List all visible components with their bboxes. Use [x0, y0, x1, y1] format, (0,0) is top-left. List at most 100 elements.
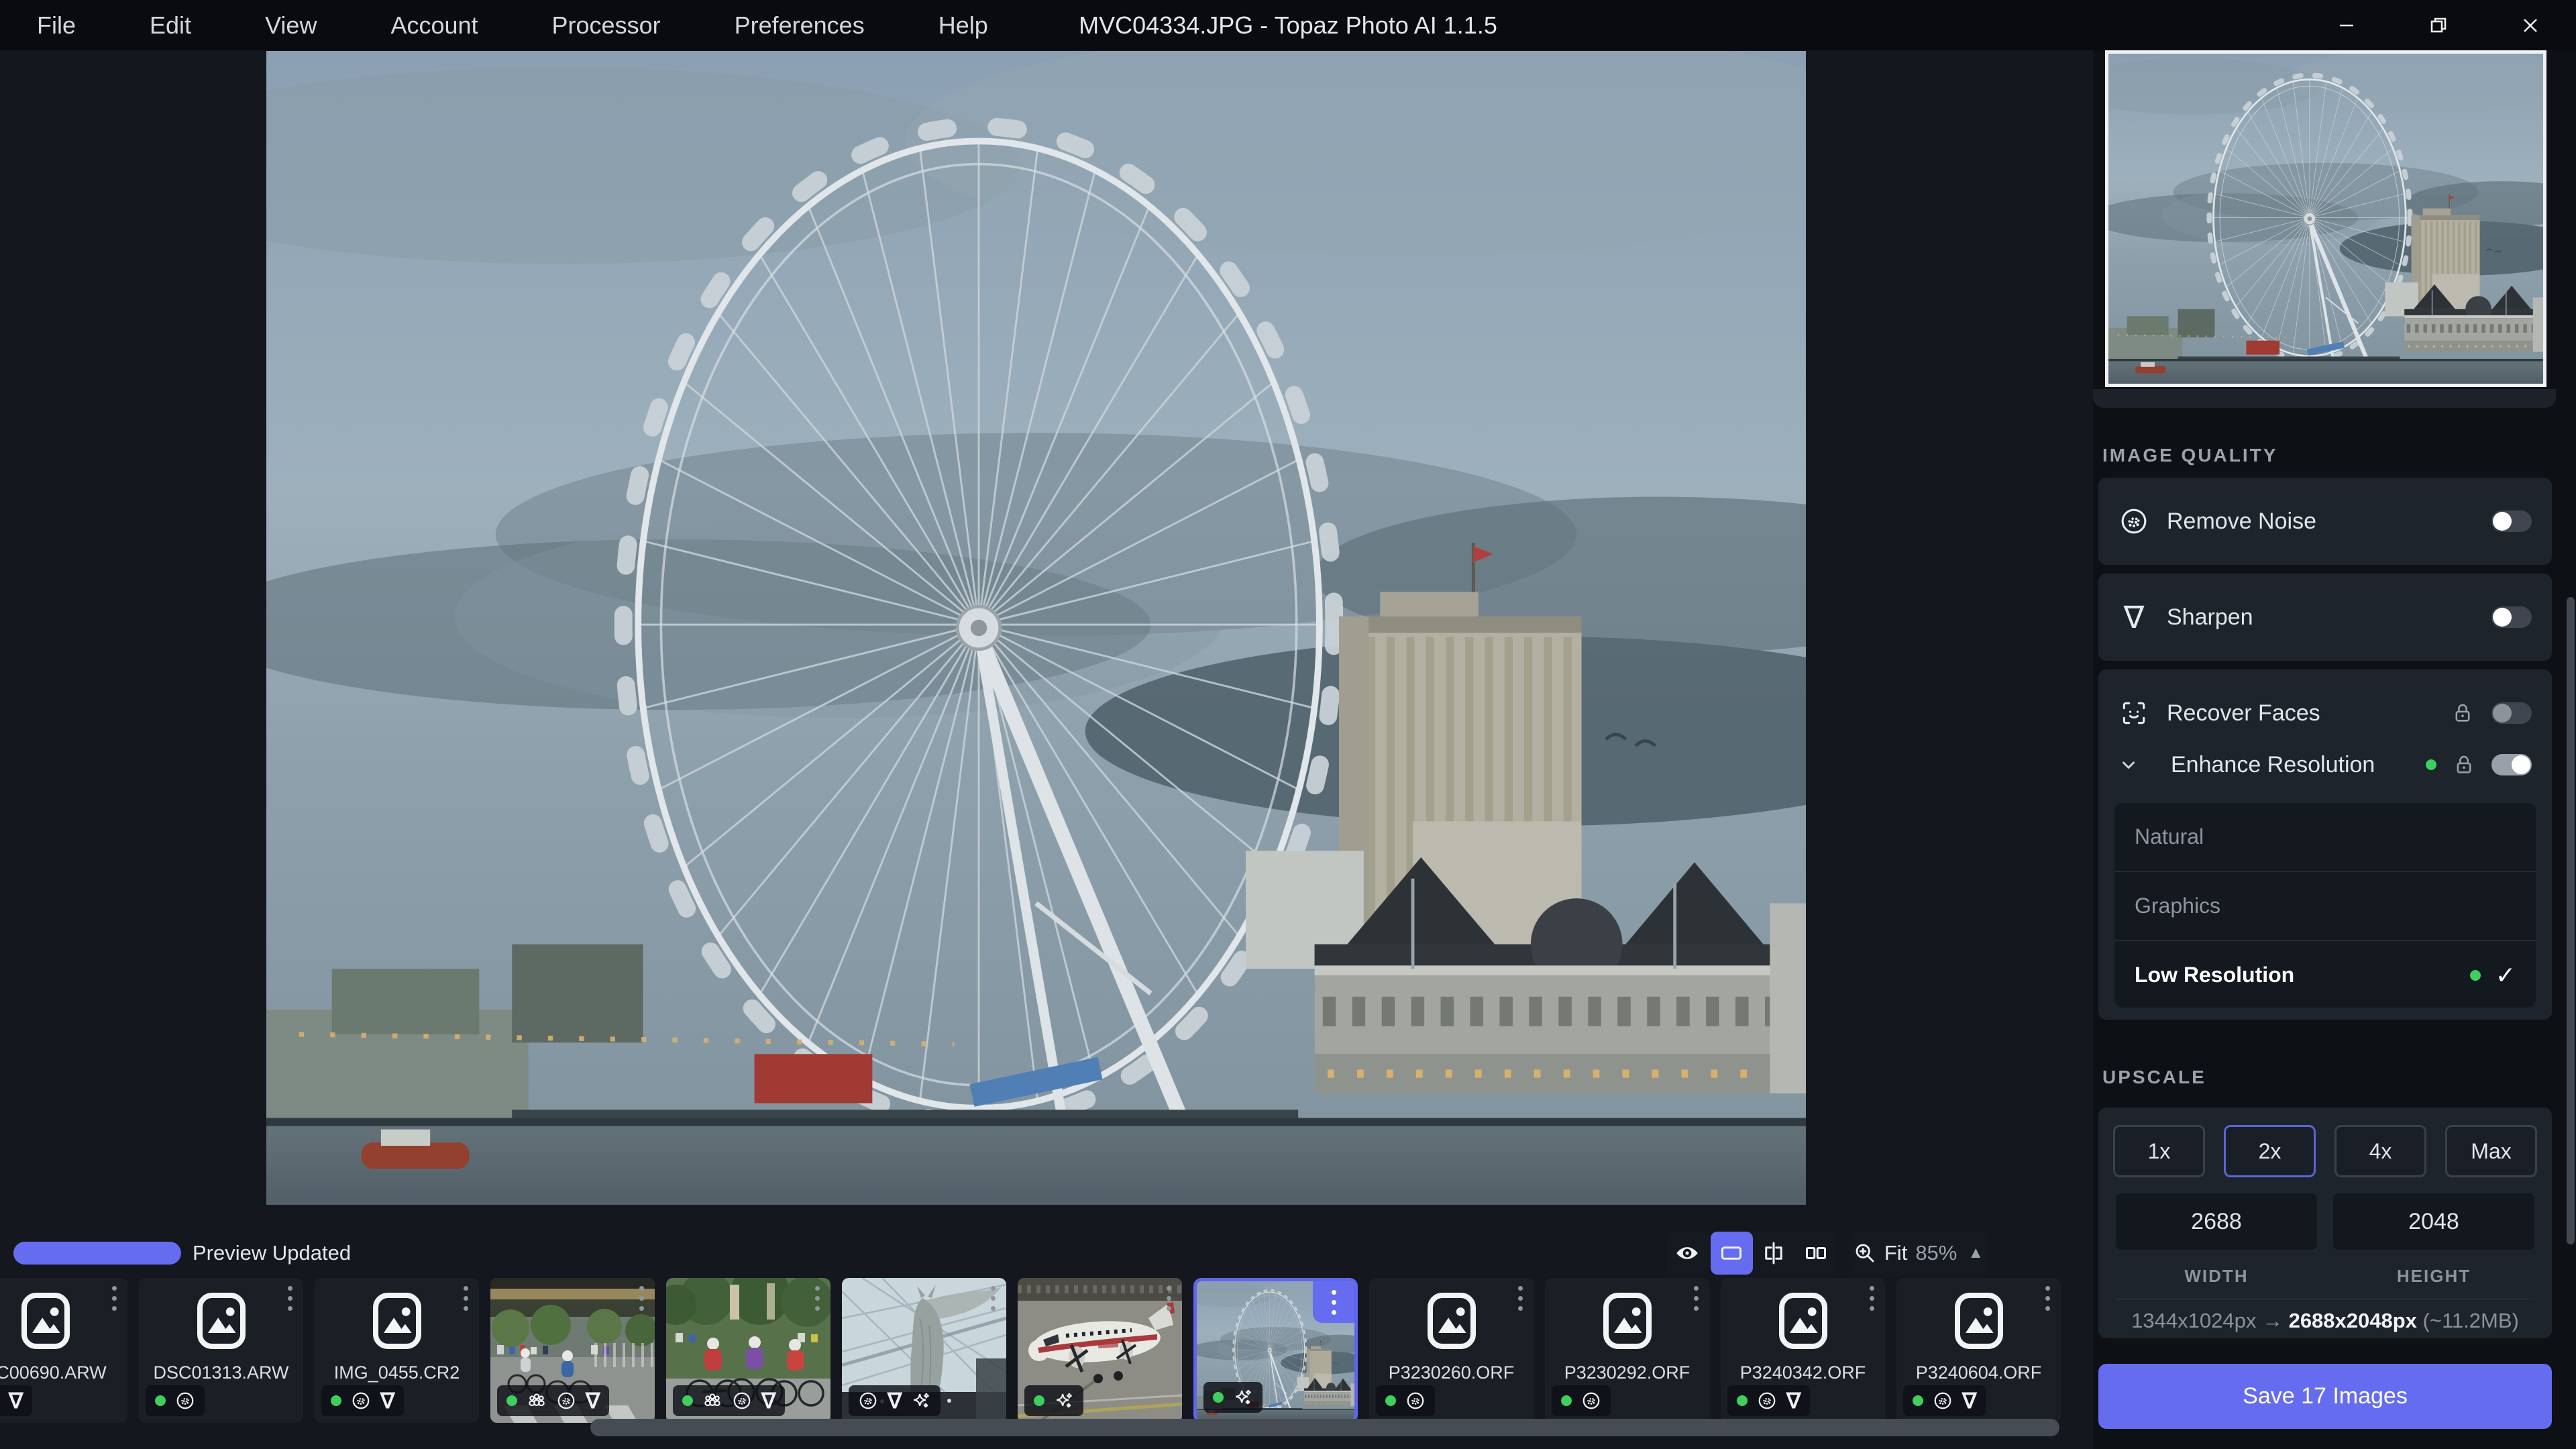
- menu-view[interactable]: View: [228, 0, 354, 50]
- recover-faces-label: Recover Faces: [2167, 700, 2320, 726]
- filmstrip-filename: P3230260.ORF: [1388, 1362, 1515, 1383]
- settings-panel: IMAGE QUALITY Remove Noise ∇ Sharpen Rec…: [2093, 50, 2576, 1449]
- lock-icon: [2453, 753, 2475, 776]
- side-by-side-view-icon: [1805, 1247, 1826, 1259]
- filmstrip-item[interactable]: P3240342.ORF ∇: [1721, 1278, 1885, 1423]
- panel-scrollbar[interactable]: [2567, 597, 2575, 1244]
- filmstrip-filename: P3240604.ORF: [1915, 1362, 2042, 1383]
- menu-file[interactable]: File: [0, 0, 113, 50]
- minimize-button[interactable]: [2300, 0, 2392, 50]
- close-button[interactable]: [2484, 0, 2576, 50]
- filmstrip-filename: P3230292.ORF: [1564, 1362, 1690, 1383]
- filmstrip-item[interactable]: ∇: [666, 1278, 830, 1423]
- status-dot: [155, 1395, 166, 1406]
- resize-summary: 1344x1024px → 2688x2048px (~11.2MB): [2098, 1309, 2552, 1333]
- filmstrip-filename: DSC01313.ARW: [153, 1362, 289, 1383]
- kebab-icon[interactable]: [1518, 1286, 1523, 1311]
- filmstrip-scrollbar[interactable]: [590, 1419, 2059, 1436]
- preview-progress-bar: [13, 1242, 181, 1265]
- filmstrip-item[interactable]: P3230292.ORF: [1545, 1278, 1709, 1423]
- height-field[interactable]: 2048: [2333, 1193, 2534, 1250]
- sharpen-icon: ∇: [1786, 1389, 1801, 1413]
- sharpen-toggle[interactable]: [2491, 606, 2532, 628]
- width-field[interactable]: 2688: [2116, 1193, 2317, 1250]
- collapse-icon[interactable]: ▲: [1968, 1244, 1984, 1263]
- app-window: File Edit View Account Processor Prefere…: [0, 0, 2576, 1449]
- filmstrip-item[interactable]: P3240604.ORF ∇: [1896, 1278, 2061, 1423]
- navigator-preview[interactable]: [2105, 50, 2546, 387]
- scale-4x-button[interactable]: 4x: [2334, 1125, 2426, 1177]
- kebab-icon[interactable]: [1694, 1286, 1699, 1311]
- sharpen-icon: ∇: [9, 1389, 23, 1413]
- menu-processor[interactable]: Processor: [515, 0, 698, 50]
- view-mode-group: [1711, 1232, 1837, 1275]
- enhance-resolution-toggle[interactable]: [2491, 754, 2532, 775]
- status-badges: ∇: [0, 1385, 33, 1416]
- scale-1x-button[interactable]: 1x: [2113, 1125, 2205, 1177]
- menu-edit[interactable]: Edit: [113, 0, 228, 50]
- enhance-model-list: Natural Graphics Low Resolution ✓: [2114, 803, 2536, 1008]
- image-placeholder-icon: [1771, 1289, 1835, 1353]
- zoom-fit-label: Fit: [1884, 1241, 1908, 1265]
- window-controls: [2300, 0, 2576, 50]
- filmstrip-filename: P3240342.ORF: [1739, 1362, 1866, 1383]
- status-dot: [1213, 1392, 1224, 1403]
- kebab-icon[interactable]: [1167, 1286, 1171, 1311]
- single-view-button[interactable]: [1711, 1232, 1753, 1275]
- menu-help[interactable]: Help: [902, 0, 1025, 50]
- filmstrip-item[interactable]: DSC01313.ARW: [139, 1278, 303, 1423]
- kebab-icon[interactable]: [991, 1286, 996, 1311]
- zoom-percent: 85%: [1915, 1241, 1957, 1265]
- model-option-low-resolution[interactable]: Low Resolution ✓: [2114, 941, 2536, 1009]
- remove-noise-card[interactable]: Remove Noise: [2098, 478, 2552, 565]
- restore-button[interactable]: [2392, 0, 2484, 50]
- scale-max-button[interactable]: Max: [2445, 1125, 2537, 1177]
- scale-2x-button[interactable]: 2x: [2224, 1125, 2316, 1177]
- recover-faces-toggle[interactable]: [2491, 702, 2532, 724]
- sharpen-label: Sharpen: [2167, 604, 2253, 630]
- status-badges: [1376, 1385, 1435, 1416]
- image-quality-header: IMAGE QUALITY: [2102, 445, 2278, 466]
- kebab-icon[interactable]: [112, 1286, 117, 1311]
- status-dot: [1561, 1395, 1572, 1406]
- status-badges: ∇: [849, 1385, 941, 1416]
- split-view-button[interactable]: [1753, 1232, 1795, 1275]
- show-original-button[interactable]: [1666, 1232, 1708, 1275]
- chevron-down-icon[interactable]: [2118, 755, 2139, 775]
- kebab-icon[interactable]: [815, 1286, 820, 1311]
- model-option-natural[interactable]: Natural: [2114, 803, 2536, 871]
- model-option-graphics[interactable]: Graphics: [2114, 872, 2536, 940]
- enhance-resolution-header[interactable]: Enhance Resolution: [2098, 728, 2552, 802]
- close-icon: [2523, 18, 2537, 32]
- kebab-icon[interactable]: [1313, 1281, 1354, 1323]
- save-images-button[interactable]: Save 17 Images: [2098, 1364, 2552, 1429]
- filmstrip-item[interactable]: [1018, 1278, 1182, 1423]
- filmstrip-filename: SC00690.ARW: [0, 1362, 107, 1383]
- remove-noise-toggle[interactable]: [2491, 511, 2532, 532]
- menu-account[interactable]: Account: [354, 0, 515, 50]
- menu-preferences[interactable]: Preferences: [698, 0, 902, 50]
- summary-arrow: →: [2261, 1309, 2283, 1332]
- image-placeholder-icon: [13, 1289, 78, 1353]
- zoom-control[interactable]: Fit 85% ▲: [1849, 1232, 1988, 1275]
- filmstrip-item[interactable]: ∇: [490, 1278, 655, 1423]
- kebab-icon[interactable]: [288, 1286, 292, 1311]
- status-bar: Preview Updated Fit 85% ▲: [0, 1228, 2093, 1278]
- kebab-icon[interactable]: [1870, 1286, 1874, 1311]
- main-image[interactable]: [266, 51, 1806, 1205]
- kebab-icon[interactable]: [2045, 1286, 2050, 1311]
- filmstrip-item[interactable]: P3230260.ORF: [1369, 1278, 1534, 1423]
- kebab-icon[interactable]: [464, 1286, 468, 1311]
- side-by-side-view-button[interactable]: [1794, 1232, 1837, 1275]
- restore-icon: [2430, 17, 2446, 32]
- filmstrip-item[interactable]: SC00690.ARW ∇: [0, 1278, 127, 1423]
- kebab-icon[interactable]: [639, 1286, 644, 1311]
- status-dot: [1385, 1395, 1396, 1406]
- filmstrip-item-selected[interactable]: [1193, 1278, 1358, 1423]
- filmstrip-item[interactable]: ∇: [842, 1278, 1006, 1423]
- preview-status-label: Preview Updated: [193, 1241, 352, 1265]
- denoise-icon: [175, 1391, 195, 1411]
- sharpen-card[interactable]: ∇ Sharpen: [2098, 574, 2552, 661]
- status-badges: ∇: [1727, 1385, 1811, 1416]
- filmstrip-item[interactable]: IMG_0455.CR2 ∇: [315, 1278, 479, 1423]
